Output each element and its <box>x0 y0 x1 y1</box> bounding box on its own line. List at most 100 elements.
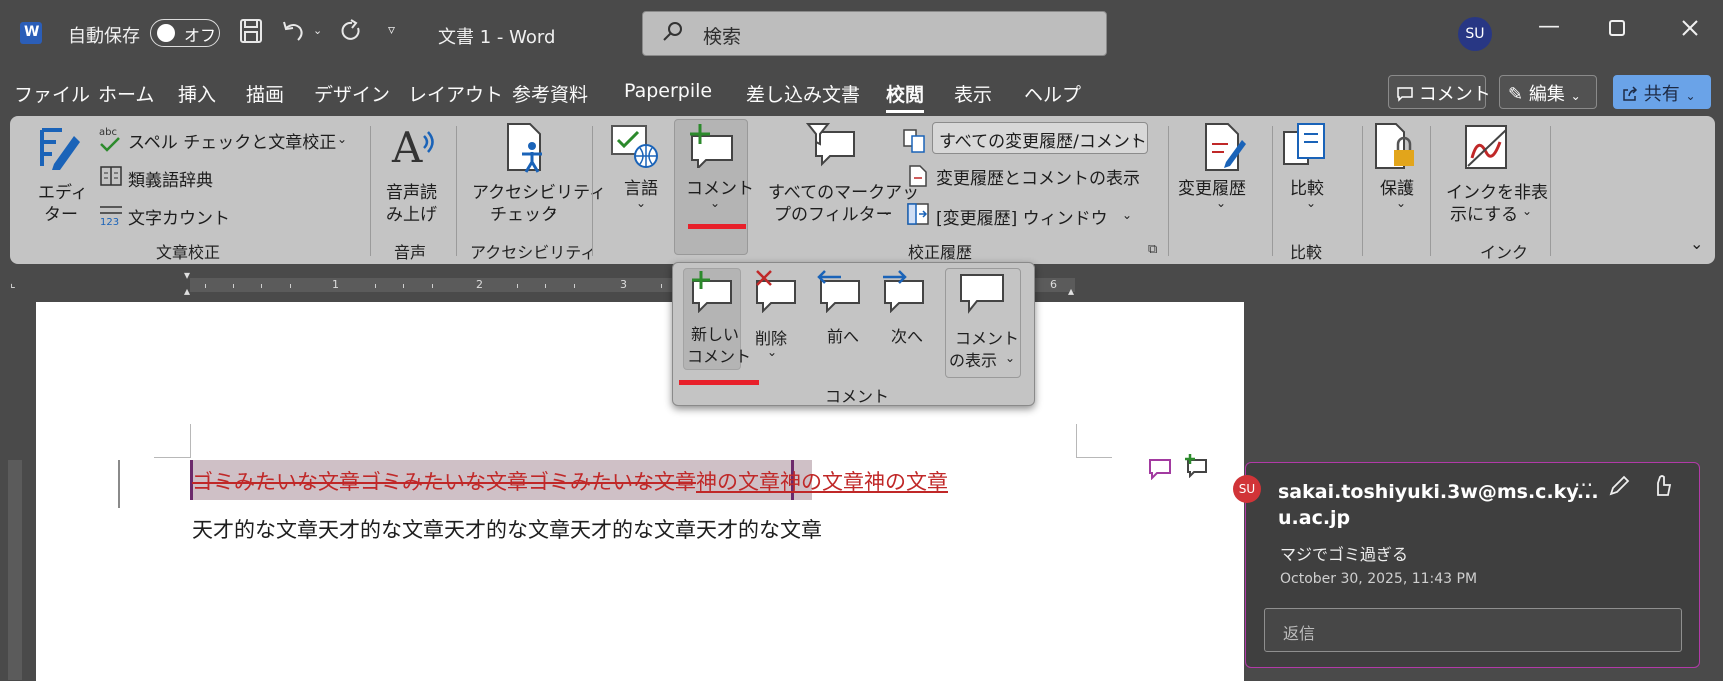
tab-help[interactable]: ヘルプ <box>1024 80 1081 107</box>
tab-view[interactable]: 表示 <box>954 80 992 107</box>
comment-card[interactable]: sakai.toshiyuki.3w@ms.c.ky... u.ac.jp ··… <box>1245 462 1700 668</box>
reply-input[interactable]: 返信 <box>1264 608 1682 652</box>
chevron-down-icon[interactable]: ⌄ <box>548 204 558 218</box>
editing-mode-button[interactable]: ✎ 編集 ⌄ <box>1499 75 1597 109</box>
markup-filter-icon[interactable] <box>805 122 856 172</box>
edit-comment-icon[interactable] <box>1608 475 1630 501</box>
hide-ink-icon[interactable] <box>1464 122 1510 176</box>
tab-home[interactable]: ホーム <box>98 80 154 107</box>
group-divider <box>1168 126 1169 256</box>
previous-comment-icon[interactable] <box>815 269 863 317</box>
first-line-indent-marker[interactable]: ▾ <box>184 268 190 282</box>
user-avatar[interactable]: SU <box>1458 17 1492 51</box>
ruler-number: 3 <box>620 278 627 291</box>
show-markup-icon <box>908 164 928 192</box>
compare-icon[interactable] <box>1282 122 1328 176</box>
chevron-down-icon[interactable]: ⌄ <box>1122 208 1132 222</box>
like-icon[interactable] <box>1652 473 1672 501</box>
tab-references[interactable]: 参考資料 <box>512 80 588 107</box>
paragraph-line-1[interactable]: ゴミみたいな文章ゴミみたいな文章ゴミみたいな文章神の文章神の文章神の文章 <box>192 466 948 496</box>
chevron-down-icon[interactable]: ⌄ <box>1396 196 1406 210</box>
change-bar <box>118 460 120 508</box>
comment-author-line2: u.ac.jp <box>1278 507 1351 529</box>
compare-group-label: 比較 <box>1290 243 1323 262</box>
group-divider <box>592 126 593 256</box>
reply-placeholder: 返信 <box>1283 624 1316 643</box>
more-options-icon[interactable]: ··· <box>1574 473 1593 497</box>
comment-marker-icon[interactable] <box>1148 458 1172 484</box>
chevron-down-icon: ⌄ <box>1570 89 1581 103</box>
accessibility-check-icon[interactable] <box>504 122 548 178</box>
quick-access-customize-icon[interactable]: ▿ <box>388 22 395 38</box>
previous-comment-label[interactable]: 前へ <box>827 323 859 347</box>
track-changes-icon[interactable] <box>1202 122 1246 176</box>
tab-paperpile[interactable]: Paperpile <box>624 80 712 102</box>
tab-insert[interactable]: 挿入 <box>178 80 216 107</box>
undo-dropdown-icon[interactable]: ⌄ <box>313 24 322 37</box>
reviewing-pane-button[interactable]: [変更履歴] ウィンドウ <box>936 204 1108 229</box>
display-for-review-combo[interactable]: すべての変更履歴/コメント ⌄ <box>932 122 1148 154</box>
thesaurus-button[interactable]: 類義語辞典 <box>128 166 213 191</box>
paragraph-line-2[interactable]: 天才的な文章天才的な文章天才的な文章天才的な文章天才的な文章 <box>192 514 822 544</box>
new-comment-margin-icon[interactable] <box>1182 452 1208 482</box>
display-for-review-value: すべての変更履歴/コメント <box>939 132 1147 152</box>
tab-design[interactable]: デザイン <box>314 80 390 107</box>
close-icon[interactable] <box>1681 18 1699 43</box>
deleted-text: ゴミみたいな文章ゴミみたいな文章ゴミみたいな文章 <box>192 470 696 494</box>
comment-icon <box>1397 84 1419 105</box>
chevron-down-icon[interactable]: ⌄ <box>767 345 777 359</box>
maximize-icon[interactable] <box>1608 18 1626 43</box>
ribbon-collapse-icon[interactable]: ⌄ <box>1690 234 1703 253</box>
chevron-down-icon[interactable]: ⌄ <box>1306 196 1316 210</box>
thesaurus-icon <box>100 166 122 190</box>
proofing-group-label: 文章校正 <box>156 243 221 262</box>
tab-mailings[interactable]: 差し込み文書 <box>746 80 860 107</box>
tab-review[interactable]: 校閲 <box>886 80 925 113</box>
save-icon[interactable] <box>239 18 263 50</box>
comments-pane-label: コメント <box>1418 84 1491 105</box>
minimize-icon[interactable]: — <box>1538 14 1560 39</box>
right-indent-marker[interactable]: ▴ <box>1068 284 1074 298</box>
pencil-icon: ✎ <box>1508 84 1524 105</box>
next-comment-label[interactable]: 次へ <box>891 323 923 347</box>
protect-icon[interactable] <box>1372 122 1418 176</box>
tab-layout[interactable]: レイアウト <box>408 80 503 107</box>
next-comment-icon[interactable] <box>879 269 927 317</box>
show-markup-button[interactable]: 変更履歴とコメントの表示 <box>936 164 1140 189</box>
chevron-down-icon[interactable]: ⌄ <box>1216 196 1226 210</box>
document-page[interactable]: ゴミみたいな文章ゴミみたいな文章ゴミみたいな文章神の文章神の文章神の文章 天才的… <box>36 302 1244 681</box>
redo-icon[interactable] <box>338 18 364 50</box>
show-comments-label-1: コメント <box>955 329 1020 348</box>
editor-icon[interactable] <box>34 124 82 176</box>
inserted-text: 神の文章神の文章神の文章 <box>696 470 948 494</box>
chevron-down-icon: ⌄ <box>1131 130 1142 144</box>
chevron-down-icon[interactable]: ⌄ <box>337 132 347 146</box>
margin-mark <box>190 424 191 458</box>
chevron-down-icon[interactable]: ⌄ <box>1522 204 1532 218</box>
share-button[interactable]: 共有 ⌄ <box>1613 75 1711 109</box>
autosave-toggle[interactable]: オフ <box>150 19 220 47</box>
left-indent-marker[interactable]: ▴ <box>184 284 190 298</box>
comment-author-avatar: SU <box>1233 475 1261 503</box>
tab-selector-icon[interactable]: ⌞ <box>10 276 16 290</box>
review-ribbon: エディ ター abc スペル チェックと文章校正 ⌄ 類義語辞典 123 文字カ… <box>10 116 1715 264</box>
share-label: 共有 <box>1643 84 1680 105</box>
editor-label-2: ター <box>44 205 78 225</box>
document-title: 文書 1 - Word <box>438 27 556 48</box>
chevron-down-icon[interactable]: ⌄ <box>636 196 646 210</box>
tab-draw[interactable]: 描画 <box>246 80 284 107</box>
delete-comment-icon[interactable] <box>751 269 799 317</box>
read-aloud-icon[interactable]: A <box>390 122 440 176</box>
spell-check-button[interactable]: スペル チェックと文章校正 <box>128 128 336 153</box>
undo-icon[interactable] <box>280 18 306 50</box>
read-aloud-label-2: み上げ <box>386 205 437 225</box>
search-box[interactable]: 検索 <box>642 11 1107 56</box>
show-comments-label-2: の表示 <box>949 351 998 370</box>
chevron-down-icon[interactable]: ⌄ <box>1130 168 1140 182</box>
comments-pane-button[interactable]: コメント <box>1388 75 1491 109</box>
tab-file[interactable]: ファイル <box>14 80 90 107</box>
chevron-down-icon[interactable]: ⌄ <box>882 204 892 218</box>
word-count-button[interactable]: 文字カウント <box>128 204 230 229</box>
language-icon[interactable] <box>610 124 660 174</box>
dialog-launcher-icon[interactable]: ⧉ <box>1148 242 1157 257</box>
